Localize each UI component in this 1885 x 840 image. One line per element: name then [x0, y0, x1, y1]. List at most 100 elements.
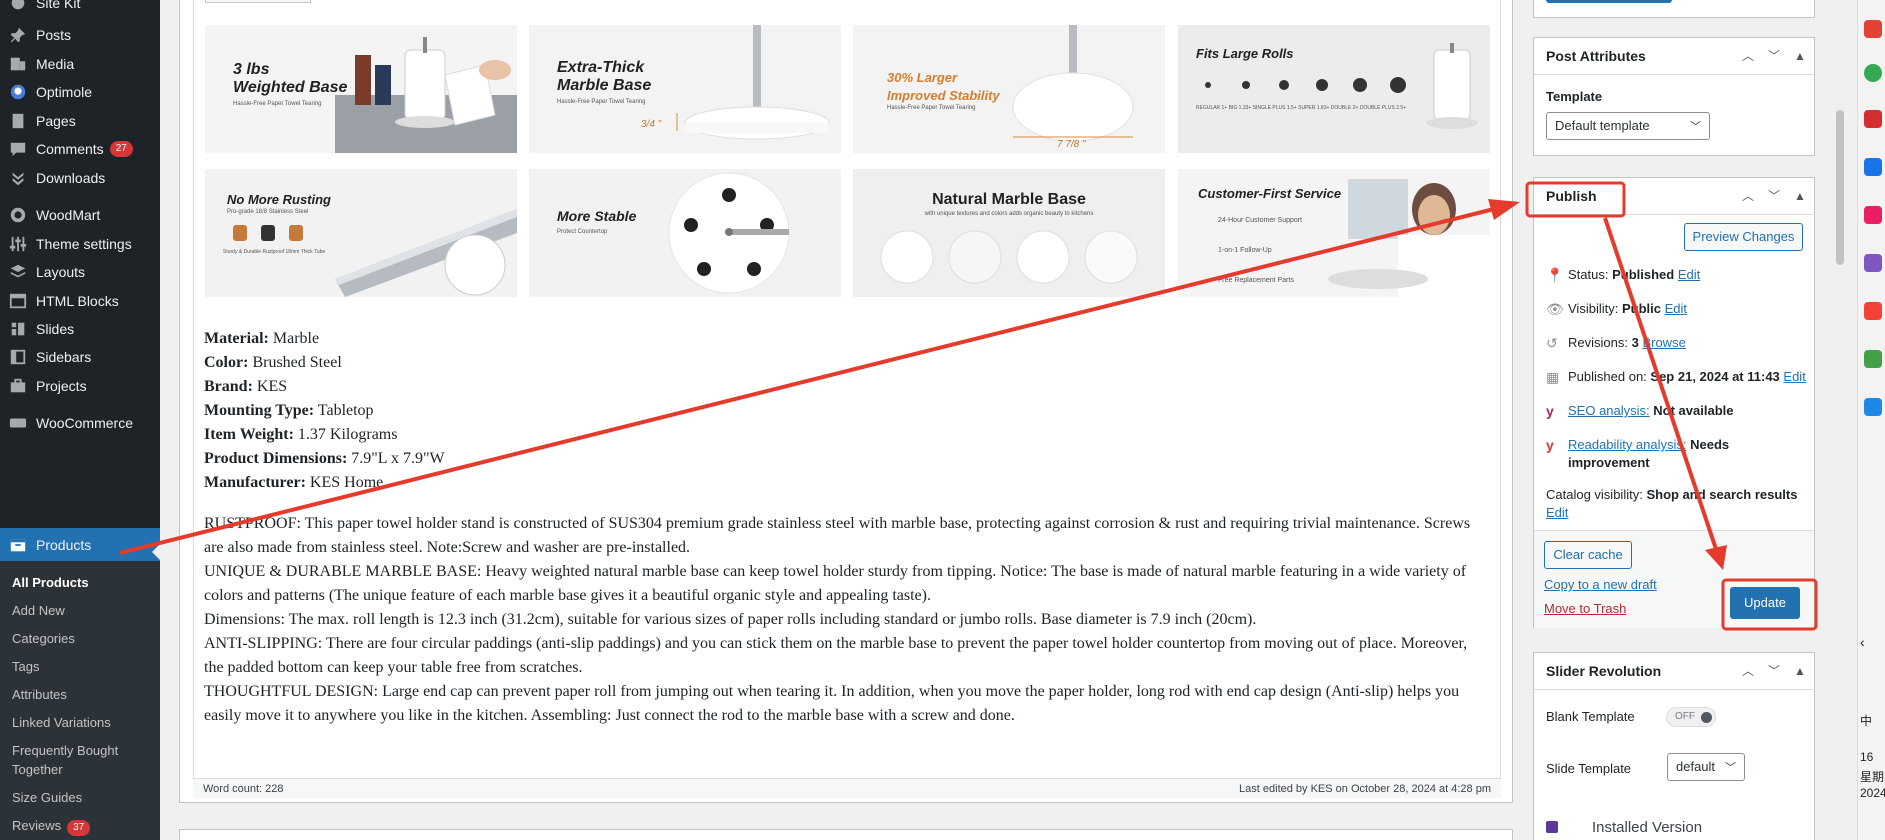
template-select[interactable]: Default template ﹀ [1546, 112, 1710, 140]
publish-actions: Clear cache Copy to a new draft Move to … [1534, 530, 1814, 628]
menu-downloads[interactable]: Downloads [0, 161, 160, 195]
edit-status-link[interactable]: Edit [1678, 267, 1700, 282]
move-up-icon[interactable]: ︿ [1740, 187, 1756, 205]
product-image-tile[interactable]: Fits Large Rolls REGULAR 1+ BIG 1.33+ SI… [1178, 25, 1490, 153]
blank-template-label: Blank Template [1546, 709, 1635, 724]
edit-catalog-link[interactable]: Edit [1546, 505, 1568, 520]
tile-dimension: 3/4 " [641, 119, 662, 130]
editor-status-bar: Word count: 228 Last edited by KES on Oc… [193, 778, 1501, 798]
menu-woocommerce[interactable]: WooCommerce [0, 406, 160, 440]
scrollbar-thumb[interactable] [1836, 110, 1844, 265]
toggle-panel-icon[interactable]: ▲ [1792, 47, 1808, 65]
update-button[interactable]: Update [1730, 587, 1800, 619]
readability-row: y Readability analysis: Needs improvemen… [1546, 437, 1730, 470]
calendar-icon: ▦ [1546, 369, 1560, 385]
published-on-row: ▦ Published on: Sep 21, 2024 at 11:43 Ed… [1546, 369, 1806, 385]
preview-changes-button[interactable]: Preview Changes [1684, 223, 1803, 251]
previous-box-button[interactable] [1546, 0, 1672, 3]
chrome-icon[interactable] [1864, 64, 1882, 82]
post-attributes-title: Post Attributes [1546, 48, 1646, 64]
move-up-icon[interactable]: ︿ [1740, 662, 1756, 680]
visibility-row: 👁 Visibility: Public Edit [1546, 301, 1688, 317]
blank-template-toggle[interactable]: OFF [1666, 707, 1716, 727]
tile-subtitle: Protect Countertop [557, 229, 608, 235]
move-down-icon[interactable]: ﹀ [1766, 187, 1782, 205]
tile-illustration [233, 209, 517, 297]
eye-icon: 👁 [1546, 301, 1564, 317]
briefcase-icon [0, 377, 36, 395]
tile-title: Customer-First Service [1198, 186, 1342, 201]
os-sidebar: ‹ 中 16 星期 2024- [1857, 0, 1885, 840]
tile-title: 3 lbs Weighted Base [233, 61, 348, 96]
chevron-left-icon[interactable]: ‹ [1860, 634, 1865, 650]
move-down-icon[interactable]: ﹀ [1766, 47, 1782, 65]
post-attributes-header: Post Attributes ︿ ﹀ ▲ [1534, 38, 1814, 75]
menu-products[interactable]: Products [0, 528, 160, 562]
box-controls: ︿ ﹀ ▲ [1740, 187, 1808, 205]
app-icon[interactable] [1864, 110, 1882, 128]
product-image-tile[interactable]: Customer-First Service 24-Hour Customer … [1178, 169, 1490, 297]
move-down-icon[interactable]: ﹀ [1766, 662, 1782, 680]
submenu-linked-variations[interactable]: Linked Variations [12, 713, 152, 732]
submenu-add-new[interactable]: Add New [12, 601, 152, 620]
move-to-trash-link[interactable]: Move to Trash [1544, 601, 1626, 616]
edit-visibility-link[interactable]: Edit [1665, 301, 1687, 316]
tile-title: Natural Marble Base [932, 191, 1086, 208]
submenu-frequently-bought[interactable]: Frequently Bought Together [12, 741, 152, 779]
submenu-attributes[interactable]: Attributes [12, 685, 152, 704]
app-icon[interactable] [1864, 20, 1882, 38]
tile-feature-2: 1-on-1 Follow-Up [1218, 247, 1272, 254]
clear-cache-button[interactable]: Clear cache [1544, 541, 1632, 569]
menu-label: HTML Blocks [36, 293, 119, 309]
app-icon[interactable] [1864, 158, 1882, 176]
submenu-reviews[interactable]: Reviews 37 [12, 816, 152, 836]
menu-projects[interactable]: Projects [0, 369, 160, 403]
box-controls: ︿ ﹀ ▲ [1740, 662, 1808, 680]
move-up-icon[interactable]: ︿ [1740, 47, 1756, 65]
menu-label: Posts [36, 27, 72, 43]
slider-revolution-icon [1546, 821, 1558, 833]
description-paragraph: ANTI-SLIPPING: There are four circular p… [204, 635, 1468, 676]
product-image-tile[interactable]: 30% Larger Improved Stability Hassle-Fre… [853, 25, 1165, 153]
slider-revolution-box: Slider Revolution ︿ ﹀ ▲ Blank Template O… [1533, 652, 1815, 840]
submenu-all-products[interactable]: All Products [12, 573, 152, 592]
product-image-tile[interactable]: Extra-Thick Marble Base Hassle-Free Pape… [529, 25, 841, 153]
product-image-tile[interactable]: 3 lbs Weighted Base Hassle-Free Paper To… [205, 25, 517, 153]
app-icon[interactable] [1864, 254, 1882, 272]
revisions-row: ↺ Revisions: 3 Browse [1546, 335, 1686, 351]
toggle-panel-icon[interactable]: ▲ [1792, 187, 1808, 205]
menu-label: WooCommerce [36, 415, 133, 431]
submenu-categories[interactable]: Categories [12, 629, 152, 648]
seo-analysis-link[interactable]: SEO analysis: [1568, 403, 1650, 418]
tile-subtitle: Pro-grade 18/8 Stainless Steel [227, 209, 309, 215]
wechat-icon[interactable] [1864, 350, 1882, 368]
app-icon[interactable] [1864, 302, 1882, 320]
readability-analysis-link[interactable]: Readability analysis: [1568, 437, 1687, 452]
slide-template-select[interactable]: default ﹀ [1667, 753, 1745, 781]
description-paragraph: RUSTPROOF: This paper towel holder stand… [204, 515, 1471, 556]
tile-feature-1: 24-Hour Customer Support [1218, 217, 1303, 224]
browse-revisions-link[interactable]: Browse [1642, 335, 1685, 350]
product-image-tile[interactable]: Natural Marble Base with unique textures… [853, 169, 1165, 297]
media-icon [0, 55, 36, 73]
menu-site-kit[interactable]: Site Kit [0, 0, 160, 20]
submenu-tags[interactable]: Tags [12, 657, 152, 676]
app-icon[interactable] [1864, 398, 1882, 416]
copy-to-draft-link[interactable]: Copy to a new draft [1544, 577, 1657, 592]
spec-line: Material: Marble [204, 330, 320, 347]
tile-subtitle: Hassle-Free Paper Towel Tearing [557, 99, 646, 105]
edit-date-link[interactable]: Edit [1783, 369, 1805, 384]
submenu-size-guides[interactable]: Size Guides [12, 788, 152, 807]
product-image-tile[interactable]: No More Rusting Pro-grade 18/8 Stainless… [205, 169, 517, 297]
app-icon[interactable] [1864, 206, 1882, 224]
ime-indicator[interactable]: 中 [1860, 712, 1872, 729]
spec-line: Brand: KES [204, 378, 288, 395]
sidebars-icon [0, 348, 36, 366]
description-paragraph: Dimensions: The max. roll length is 12.3… [204, 611, 1257, 628]
menu-label: Downloads [36, 170, 106, 186]
product-image-tile[interactable]: More Stable Protect Countertop [529, 169, 841, 297]
tile-badges: Sturdy & Durable Rustproof 18mm Thick Tu… [223, 249, 326, 255]
woo-icon [0, 414, 36, 432]
menu-label: Optimole [36, 84, 93, 100]
toggle-panel-icon[interactable]: ▲ [1792, 662, 1808, 680]
